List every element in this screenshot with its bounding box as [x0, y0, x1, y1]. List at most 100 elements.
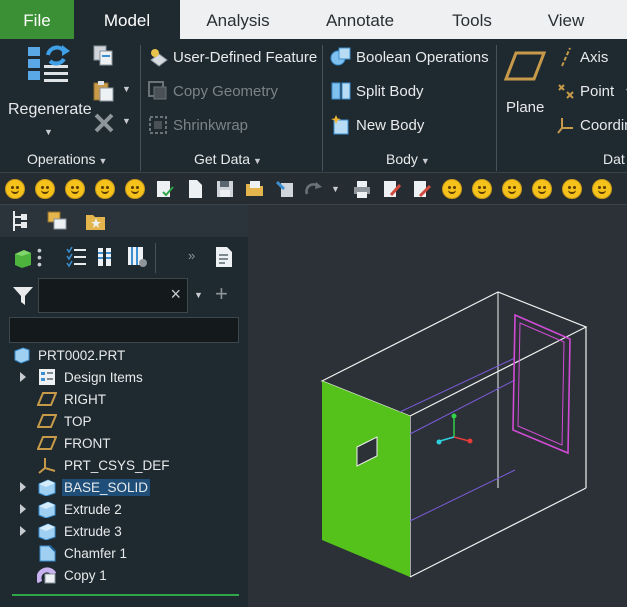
tree-item[interactable]: Chamfer 1 [0, 542, 240, 564]
boolean-operations-label: Boolean Operations [356, 48, 489, 66]
tree-item[interactable]: Extrude 3 [0, 520, 240, 542]
tree-item[interactable]: BASE_SOLID [0, 476, 240, 498]
tree-item[interactable]: RIGHT [0, 388, 240, 410]
group-get-data[interactable]: Get Data ▼ [194, 151, 262, 167]
edit-document-icon[interactable] [382, 179, 402, 199]
smiley-icon[interactable] [472, 179, 492, 199]
datum-plane-icon [37, 392, 57, 406]
toolbar-divider [155, 243, 156, 273]
checklist-icon[interactable] [155, 179, 175, 199]
tree-item-label: PRT_CSYS_DEF [64, 457, 170, 473]
tree-root[interactable]: PRT0002.PRT [0, 344, 240, 366]
smiley-icon[interactable] [502, 179, 522, 199]
shrinkwrap-button[interactable]: Shrinkwrap [147, 111, 248, 139]
tab-file[interactable]: File [0, 0, 74, 39]
new-body-button[interactable]: New Body [330, 111, 424, 139]
box-edge [409, 487, 587, 578]
plane-button[interactable]: Plane [502, 47, 548, 123]
expand-arrow-icon[interactable] [20, 504, 26, 514]
layers-tab-icon[interactable] [45, 209, 69, 233]
tree-toolbar: • • • » [0, 237, 248, 277]
clear-search-icon[interactable]: × [170, 284, 181, 305]
tree-item[interactable]: Design Items [0, 366, 240, 388]
group-datum[interactable]: Dat [603, 151, 625, 167]
smiley-icon[interactable] [532, 179, 552, 199]
copy-geometry-button[interactable]: Copy Geometry [147, 77, 278, 105]
smiley-icon[interactable] [562, 179, 582, 199]
tab-analysis[interactable]: Analysis [192, 0, 284, 39]
favorites-tab-icon[interactable] [84, 210, 108, 234]
copy-geometry-label: Copy Geometry [173, 82, 279, 100]
smiley-icon[interactable] [442, 179, 462, 199]
print-icon[interactable] [352, 179, 372, 199]
expand-arrow-icon[interactable] [20, 372, 26, 382]
copy-icon[interactable] [93, 45, 115, 67]
tab-view[interactable]: View [534, 0, 598, 39]
tab-annotate[interactable]: Annotate [312, 0, 408, 39]
tree-item-label: FRONT [64, 435, 111, 451]
tree-item[interactable]: Copy 1 [0, 564, 240, 586]
chevron-down-icon[interactable]: ▼ [331, 184, 340, 194]
notes-icon[interactable] [213, 246, 235, 268]
triad-z-axis [439, 436, 455, 442]
tree-item-label: Copy 1 [64, 567, 107, 583]
tree-header-field[interactable] [9, 317, 239, 343]
annotate-document-icon[interactable] [412, 179, 432, 199]
group-operations[interactable]: Operations ▼ [27, 151, 107, 167]
tree-settings-icon[interactable] [125, 245, 149, 269]
new-file-icon[interactable] [185, 179, 205, 199]
tree-item[interactable]: PRT_CSYS_DEF [0, 454, 240, 476]
point-label: Point [580, 82, 615, 100]
add-icon[interactable]: + [215, 281, 228, 307]
split-body-button[interactable]: Split Body [330, 77, 424, 105]
delete-icon [94, 113, 114, 133]
graphics-viewport[interactable] [248, 205, 627, 607]
model-tree-panel: • • • » × ▼ + PRT0002.PRT Design Items R… [0, 205, 248, 607]
paste-icon [93, 81, 114, 102]
tree-item[interactable]: Extrude 2 [0, 498, 240, 520]
smiley-icon[interactable] [592, 179, 612, 199]
kebab-menu-icon[interactable]: • • • [37, 243, 42, 271]
chevron-down-icon[interactable]: ▼ [194, 290, 203, 300]
new-body-icon [331, 115, 349, 135]
redo-icon[interactable] [303, 179, 323, 199]
smiley-icon[interactable] [5, 179, 25, 199]
expand-arrow-icon[interactable] [20, 526, 26, 536]
open-folder-icon[interactable] [245, 179, 265, 199]
panel-bottom-bar [12, 594, 239, 596]
group-divider [140, 45, 141, 171]
tree-columns-icon[interactable] [95, 246, 117, 268]
point-button[interactable]: Point ▼ [556, 77, 627, 105]
save-icon[interactable] [215, 179, 235, 199]
show-more-icon[interactable]: » [188, 248, 195, 263]
group-body[interactable]: Body ▼ [386, 151, 430, 167]
model-properties-icon[interactable] [275, 179, 295, 199]
group-divider [496, 45, 497, 171]
tree-item[interactable]: TOP [0, 410, 240, 432]
regenerate-button[interactable]: Regenerate ▼ [4, 43, 92, 139]
user-defined-feature-icon [150, 49, 168, 67]
tab-model[interactable]: Model [74, 0, 180, 39]
paste-button[interactable]: ▼ [92, 79, 136, 105]
group-operations-label: Operations [27, 151, 96, 167]
coordinate-system-button[interactable]: Coordin [556, 111, 627, 139]
cube-icon[interactable] [12, 247, 34, 269]
tree-filters-icon[interactable] [66, 246, 88, 268]
smiley-icon[interactable] [65, 179, 85, 199]
axis-button[interactable]: Axis [556, 43, 608, 71]
smiley-icon[interactable] [95, 179, 115, 199]
boolean-operations-button[interactable]: Boolean Operations [330, 43, 489, 71]
smiley-icon[interactable] [35, 179, 55, 199]
search-input[interactable]: × [38, 278, 188, 313]
filter-icon[interactable] [12, 285, 34, 307]
delete-button[interactable]: ▼ [92, 111, 136, 137]
extrude-icon [38, 523, 56, 540]
smiley-icon[interactable] [125, 179, 145, 199]
part-icon [14, 347, 30, 364]
user-defined-feature-button[interactable]: User-Defined Feature [147, 43, 317, 71]
model-tree-tab-icon[interactable] [9, 209, 31, 233]
expand-arrow-icon[interactable] [20, 482, 26, 492]
tab-tools[interactable]: Tools [440, 0, 504, 39]
point-icon [558, 84, 574, 99]
tree-item[interactable]: FRONT [0, 432, 240, 454]
